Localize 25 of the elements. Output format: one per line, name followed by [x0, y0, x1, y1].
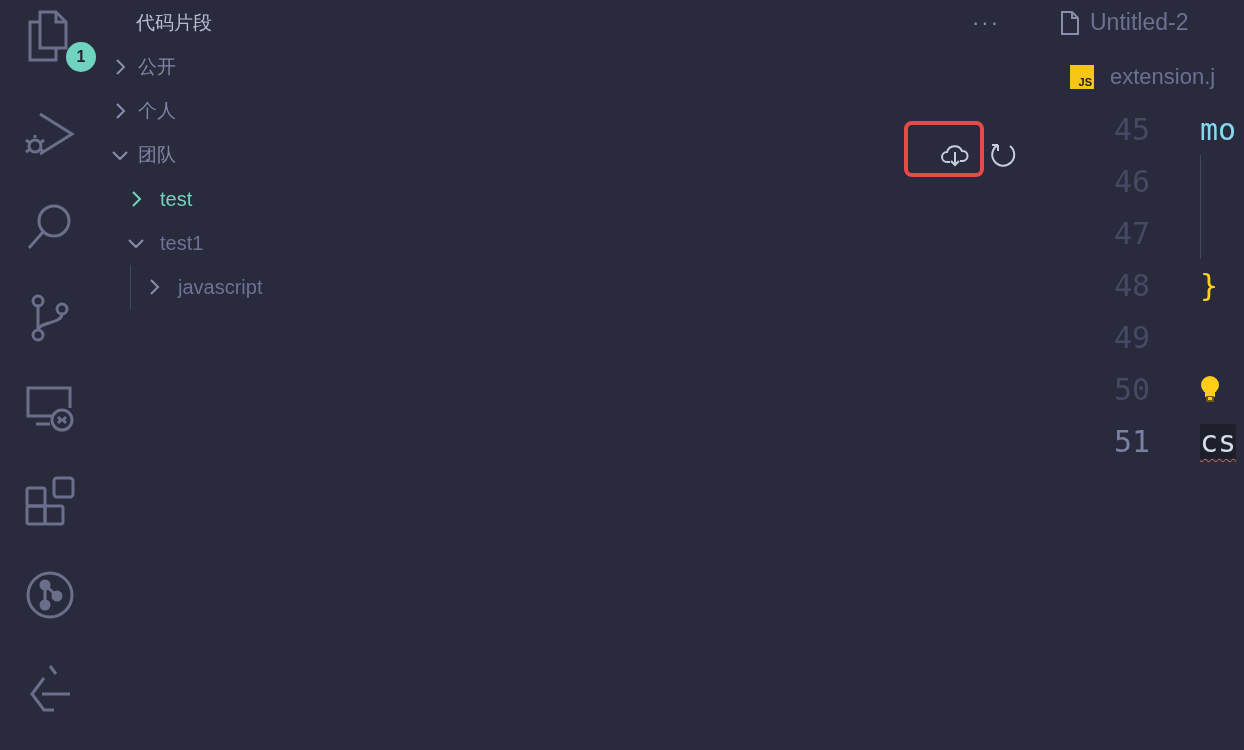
notification-badge: 1 [66, 42, 96, 72]
tree-item[interactable]: test1 [160, 231, 204, 255]
tree-item[interactable]: javascript [178, 275, 263, 299]
extensions-icon[interactable] [25, 476, 75, 526]
tree-item[interactable]: test [160, 187, 193, 211]
editor-tab[interactable]: Untitled-2 [1040, 0, 1244, 45]
tree-item[interactable]: 团队 [138, 142, 176, 168]
git-graph-icon[interactable] [25, 570, 75, 620]
file-icon [1060, 9, 1080, 36]
code-text: mo [1200, 111, 1237, 147]
js-file-icon: JS [1070, 65, 1094, 89]
code-text: cs [1200, 423, 1237, 459]
refresh-icon[interactable] [990, 141, 1018, 169]
more-actions-button[interactable]: ··· [972, 9, 1000, 36]
cloud-download-icon[interactable] [940, 142, 970, 168]
code-text: } [1200, 267, 1219, 303]
remote-monitor-icon[interactable] [26, 386, 74, 432]
tree-item[interactable]: 公开 [138, 54, 176, 80]
lightbulb-icon [1200, 375, 1220, 403]
source-control-icon[interactable] [30, 294, 70, 342]
chevron-line-icon[interactable] [28, 664, 72, 714]
tree-item[interactable]: 个人 [138, 98, 176, 124]
line-number: 51 [1112, 423, 1150, 459]
editor-tab[interactable]: JS extension.j [1040, 51, 1244, 103]
sidebar-title: 代码片段 [136, 10, 213, 35]
